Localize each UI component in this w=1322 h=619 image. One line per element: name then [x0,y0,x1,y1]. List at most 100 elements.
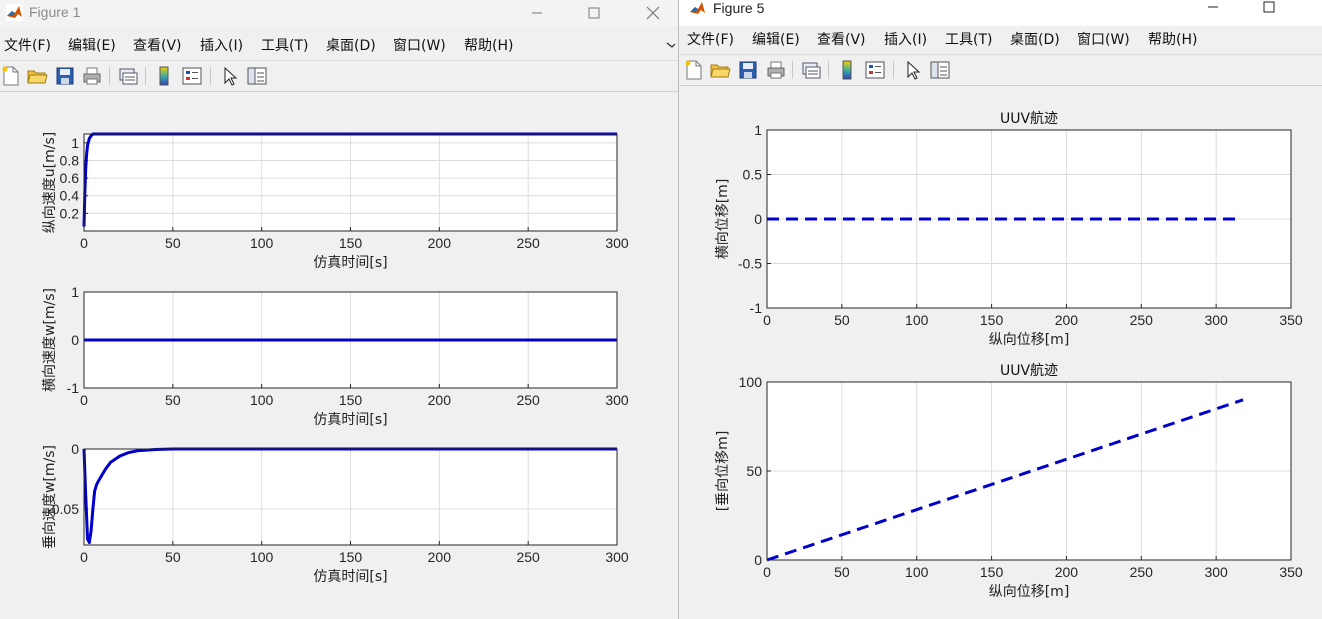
y-tick-label: 0 [754,552,762,568]
y-tick-label: 50 [746,463,762,479]
x-tick-label: 150 [980,564,1004,580]
y-tick-label: 0.2 [60,205,80,221]
matlab-icon [6,4,23,21]
y-tick-label: 0.4 [60,188,80,204]
x-axis-label: 仿真时间[s] [313,412,387,428]
open-folder-icon[interactable] [709,59,731,81]
legend-icon[interactable] [181,65,203,87]
close-button[interactable] [630,0,676,26]
x-tick-label: 0 [80,392,88,408]
velocity-v-axes[interactable]: 0 50 100 150 200 250 300-101仿真时间[s]横向速度w[m/s] [42,284,629,428]
matlab-icon [689,0,706,17]
y-axis-label: 横向速度w[m/s] [42,288,58,392]
figure5-window: Figure 5 文件(F) 编辑(E) 查看(V) 插入(I) 工具(T) 桌… [678,0,1322,619]
menu-view[interactable]: 查看(V) [817,29,866,49]
x-tick-label: 200 [1055,564,1079,580]
legend-icon[interactable] [864,59,886,81]
y-axis-label: 纵向速度u[m/s] [42,132,58,233]
y-tick-label: 0 [71,332,79,348]
menu-desktop[interactable]: 桌面(D) [326,35,376,55]
x-tick-label: 300 [605,392,629,408]
link-icon[interactable] [800,59,822,81]
titlebar[interactable]: Figure 5 [679,0,1322,26]
x-tick-label: 150 [339,549,363,565]
link-icon[interactable] [117,65,139,87]
x-tick-label: 300 [1204,564,1228,580]
velocity-u-axes[interactable]: 0 50 100 150 200 250 300 0.20.4 0.6 0.81 仿真时间[s] 纵向… [42,132,629,271]
toolbar-separator [109,67,110,85]
y-tick-label: -0.5 [738,256,762,272]
open-folder-icon[interactable] [26,65,48,87]
y-axis-label: 横向位移[m] [715,179,731,260]
property-editor-icon[interactable] [246,65,268,87]
y-tick-label: 0 [754,211,762,227]
velocity-w-axes[interactable]: 0 50 100 150 200 250 300-0.050仿真时间[s]垂向速度w[m/s… [42,441,629,585]
print-icon[interactable] [81,65,103,87]
pointer-icon[interactable] [219,65,241,87]
x-tick-label: 200 [1055,312,1079,328]
menu-help[interactable]: 帮助(H) [1148,29,1197,49]
x-tick-label: 200 [428,549,452,565]
x-tick-label: 100 [905,312,929,328]
x-tick-label: 200 [428,392,452,408]
menu-tools[interactable]: 工具(T) [261,35,308,55]
x-tick-label: 100 [250,392,274,408]
toolbar-separator [210,67,211,85]
y-axis-label: 垂向速度w[m/s] [42,445,58,549]
new-file-icon[interactable] [683,59,705,81]
minimize-button[interactable] [1190,0,1236,14]
x-tick-label: 50 [834,312,850,328]
y-tick-label: 100 [739,374,763,390]
y-tick-label: 0.8 [60,152,80,168]
menu-help[interactable]: 帮助(H) [464,35,513,55]
y-tick-label: 1 [754,122,762,138]
colorbar-icon[interactable] [153,65,175,87]
minimize-button[interactable] [514,0,560,26]
chart-title: UUV航迹 [1000,111,1058,127]
menu-tools[interactable]: 工具(T) [945,29,992,49]
trajectory-lateral-axes[interactable]: 0 50 100 150 200 250 300 350 -1 -0.5 0 0.5 1 UUV航迹纵向位… [715,111,1303,348]
menubar: 文件(F) 编辑(E) 查看(V) 插入(I) 工具(T) 桌面(D) 窗口(W… [679,29,1322,51]
save-icon[interactable] [737,59,759,81]
x-tick-label: 50 [834,564,850,580]
menu-file[interactable]: 文件(F) [4,35,51,55]
menu-window[interactable]: 窗口(W) [393,35,446,55]
menu-file[interactable]: 文件(F) [687,29,734,49]
x-tick-label: 0 [763,312,771,328]
menu-insert[interactable]: 插入(I) [200,35,243,55]
x-axis-label: 仿真时间[s] [313,569,387,585]
figure1-canvas: 0 50 100 150 200 250 3000.20.40.60.81仿真时间[s]纵向… [42,132,629,585]
new-file-icon[interactable] [0,65,22,87]
overflow-arrow-icon[interactable] [666,41,676,51]
property-editor-icon[interactable] [929,59,951,81]
x-tick-label: 150 [339,392,363,408]
x-tick-label: 300 [1204,312,1228,328]
x-axis-label: 纵向位移[m] [989,332,1070,348]
y-tick-label: 0 [71,441,79,457]
x-tick-label: 200 [428,235,452,251]
x-tick-label: 100 [905,564,929,580]
maximize-button[interactable] [1246,0,1292,14]
menu-desktop[interactable]: 桌面(D) [1010,29,1060,49]
pointer-icon[interactable] [902,59,924,81]
colorbar-icon[interactable] [836,59,858,81]
menu-edit[interactable]: 编辑(E) [752,29,800,49]
menu-view[interactable]: 查看(V) [133,35,182,55]
x-tick-label: 250 [1130,564,1154,580]
print-icon[interactable] [765,59,787,81]
x-tick-label: 250 [1130,312,1154,328]
save-icon[interactable] [54,65,76,87]
menu-insert[interactable]: 插入(I) [884,29,927,49]
x-axis-label: 仿真时间[s] [313,255,387,271]
maximize-icon [1263,1,1275,13]
titlebar[interactable]: Figure 1 [0,0,678,26]
menu-window[interactable]: 窗口(W) [1077,29,1130,49]
trajectory-vertical-axes[interactable]: 0 50 100 150 200 250 300 350 0 50 100 UUV航迹纵向位移[m] [… [715,363,1303,600]
toolbar-separator [792,61,793,79]
x-tick-label: 0 [763,564,771,580]
maximize-button[interactable] [571,0,617,26]
y-tick-label: 1 [71,284,79,300]
y-tick-label: -1 [750,300,763,316]
minimize-icon [1208,6,1218,8]
menu-edit[interactable]: 编辑(E) [68,35,116,55]
